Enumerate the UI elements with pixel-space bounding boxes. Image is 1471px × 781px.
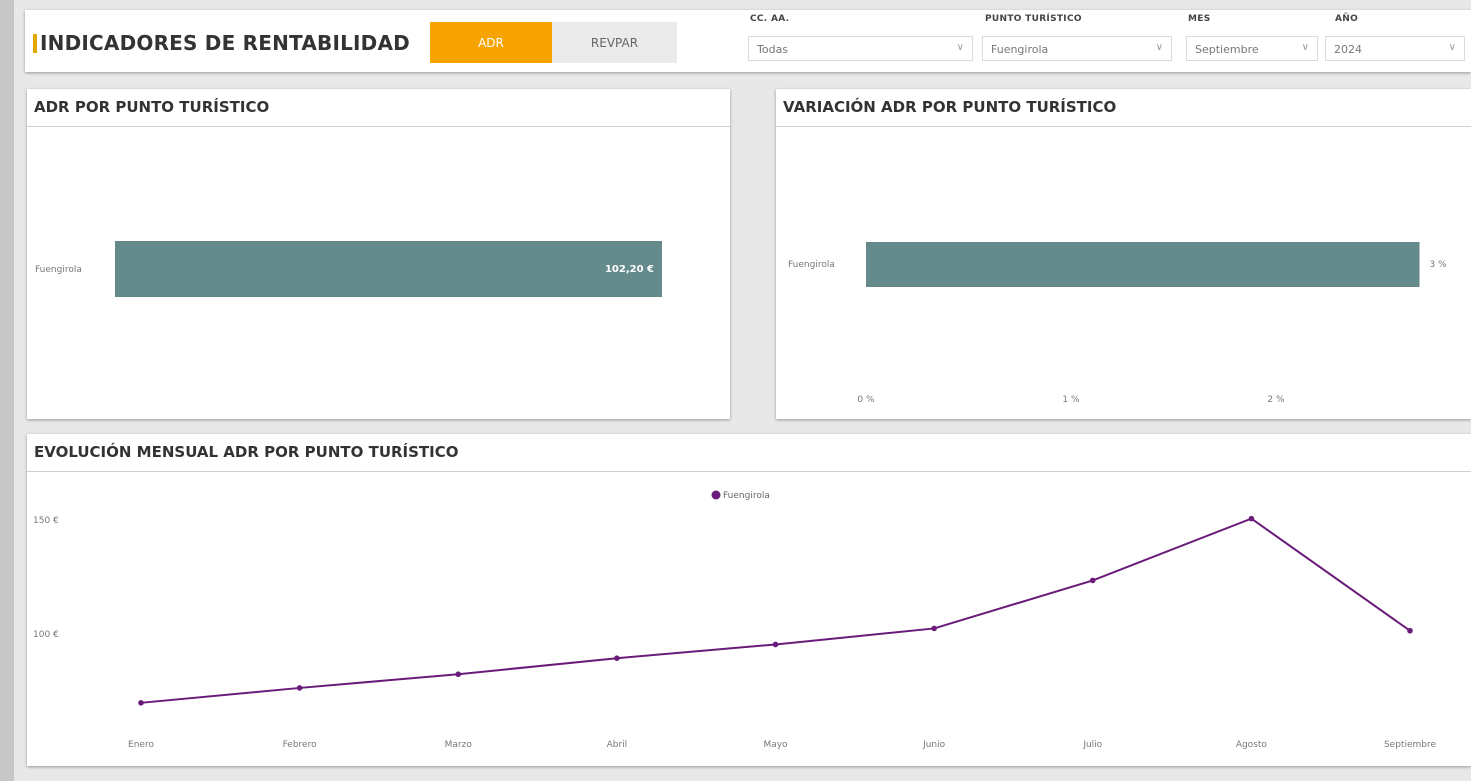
x-tick-label: Febrero <box>283 740 317 750</box>
punto-turistico-value: Fuengirola <box>991 43 1049 56</box>
data-point <box>455 671 462 678</box>
bar <box>115 241 662 297</box>
mes-value: Septiembre <box>1195 43 1259 56</box>
filter-label-anio: AÑO <box>1335 14 1359 24</box>
y-tick-label: 150 € <box>33 516 59 526</box>
title-accent-mark <box>33 34 37 53</box>
legend-marker <box>711 490 721 500</box>
x-tick-label: 0 % <box>857 395 875 405</box>
x-tick-label: Agosto <box>1236 740 1268 750</box>
bar <box>866 242 1420 287</box>
x-tick-label: Junio <box>922 740 946 750</box>
x-tick-label: 2 % <box>1267 395 1285 405</box>
anio-dropdown[interactable]: 2024 ∨ <box>1325 36 1465 61</box>
chevron-down-icon: ∨ <box>1155 42 1163 53</box>
x-tick-label: Julio <box>1082 740 1102 750</box>
data-point <box>1089 577 1096 584</box>
variation-panel: VARIACIÓN ADR POR PUNTO TURÍSTICO Fuengi… <box>776 89 1471 419</box>
chevron-down-icon: ∨ <box>1301 42 1309 53</box>
chevron-down-icon: ∨ <box>1448 42 1456 53</box>
data-point <box>1248 515 1255 522</box>
data-label: 102,20 € <box>605 264 654 275</box>
adr-bar-chart: Fuengirola 102,20 € <box>35 241 662 297</box>
data-point <box>138 700 144 706</box>
data-point <box>296 685 303 691</box>
data-point <box>1407 627 1413 634</box>
revpar-toggle-button[interactable]: REVPAR <box>552 22 677 63</box>
evolution-panel: EVOLUCIÓN MENSUAL ADR POR PUNTO TURÍSTIC… <box>27 434 1471 766</box>
page-title: INDICADORES DE RENTABILIDAD <box>40 31 410 55</box>
series-line <box>140 517 1411 704</box>
header-bar: INDICADORES DE RENTABILIDAD ADR REVPAR C… <box>25 10 1471 72</box>
mes-dropdown[interactable]: Septiembre ∨ <box>1186 36 1318 61</box>
x-tick-label: 1 % <box>1062 395 1080 405</box>
x-tick-label: Enero <box>128 740 154 750</box>
legend-label: Fuengirola <box>723 491 770 501</box>
filter-label-mes: MES <box>1188 14 1211 24</box>
x-tick-label: Mayo <box>763 740 788 750</box>
x-tick-label: Marzo <box>445 740 473 750</box>
ccaa-value: Todas <box>757 43 789 56</box>
chevron-down-icon: ∨ <box>956 42 964 53</box>
variation-bar-chart: Fuengirola 3 % 0 % 1 % 2 % <box>788 242 1448 405</box>
adr-panel: ADR POR PUNTO TURÍSTICO Fuengirola 102,20… <box>27 89 730 419</box>
y-tick-label: 100 € <box>33 630 59 640</box>
filter-label-punto: PUNTO TURÍSTICO <box>985 14 1082 24</box>
anio-value: 2024 <box>1334 43 1362 56</box>
evolution-line-chart: 100 € 150 € Enero Febrero Marzo Abril Mayo Juni… <box>33 490 1437 750</box>
data-label: 3 % <box>1430 260 1448 270</box>
filter-label-ccaa: CC. AA. <box>750 14 790 24</box>
category-label: Fuengirola <box>35 265 82 275</box>
category-label: Fuengirola <box>788 260 835 270</box>
left-strip <box>0 0 14 781</box>
x-tick-label: Abril <box>607 740 628 750</box>
ccaa-dropdown[interactable]: Todas ∨ <box>748 36 973 61</box>
adr-toggle-button[interactable]: ADR <box>430 22 552 63</box>
punto-turistico-dropdown[interactable]: Fuengirola ∨ <box>982 36 1172 61</box>
data-point <box>931 625 937 632</box>
data-point <box>614 655 620 661</box>
x-tick-label: Septiembre <box>1384 740 1437 750</box>
data-point <box>772 641 779 648</box>
